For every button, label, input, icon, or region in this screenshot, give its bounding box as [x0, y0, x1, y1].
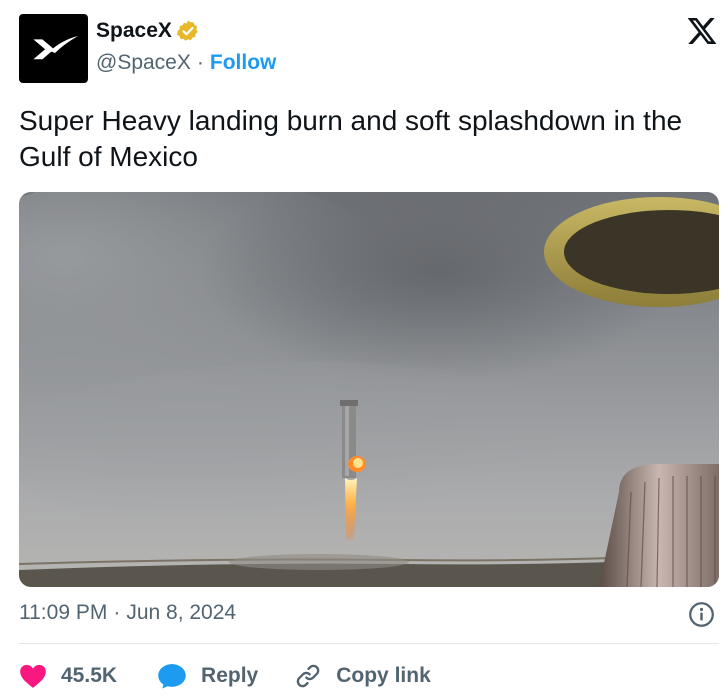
tweet-time: 11:09 PM [19, 601, 108, 624]
author-name-row: SpaceX [96, 18, 200, 43]
like-button[interactable]: 45.5K [19, 663, 117, 689]
tweet-timestamp[interactable]: 11:09 PM · Jun 8, 2024 [19, 601, 236, 625]
link-icon [296, 664, 320, 688]
copy-link-button[interactable]: Copy link [294, 662, 431, 690]
author-handle[interactable]: @SpaceX [96, 51, 191, 75]
tweet-media-image[interactable] [19, 192, 719, 587]
rocket-landing-image [19, 192, 719, 587]
copy-link-label: Copy link [336, 664, 431, 687]
heart-icon [20, 664, 46, 688]
reply-bubble-icon [158, 664, 186, 689]
author-display-name[interactable]: SpaceX [96, 19, 172, 43]
avatar[interactable] [19, 14, 88, 83]
follow-button[interactable]: Follow [210, 51, 277, 75]
tweet-actions: 45.5K Reply Copy link [19, 660, 431, 692]
separator-dot: · [196, 51, 204, 74]
like-count: 45.5K [61, 664, 118, 687]
handle-row: @SpaceX · Follow [96, 51, 276, 75]
spacex-logo-icon [32, 35, 78, 59]
divider [19, 643, 719, 644]
reply-button[interactable]: Reply [157, 662, 258, 690]
tweet-text: Super Heavy landing burn and soft splash… [19, 105, 683, 172]
x-logo-icon[interactable] [685, 15, 719, 47]
separator-dot: · [113, 601, 121, 624]
tweet-date: Jun 8, 2024 [126, 601, 237, 624]
reply-label: Reply [201, 664, 259, 687]
verified-badge-icon [176, 20, 198, 41]
info-icon[interactable] [688, 601, 715, 628]
tweet-card: SpaceX @SpaceX · Follow Super Heavy land… [0, 0, 726, 699]
